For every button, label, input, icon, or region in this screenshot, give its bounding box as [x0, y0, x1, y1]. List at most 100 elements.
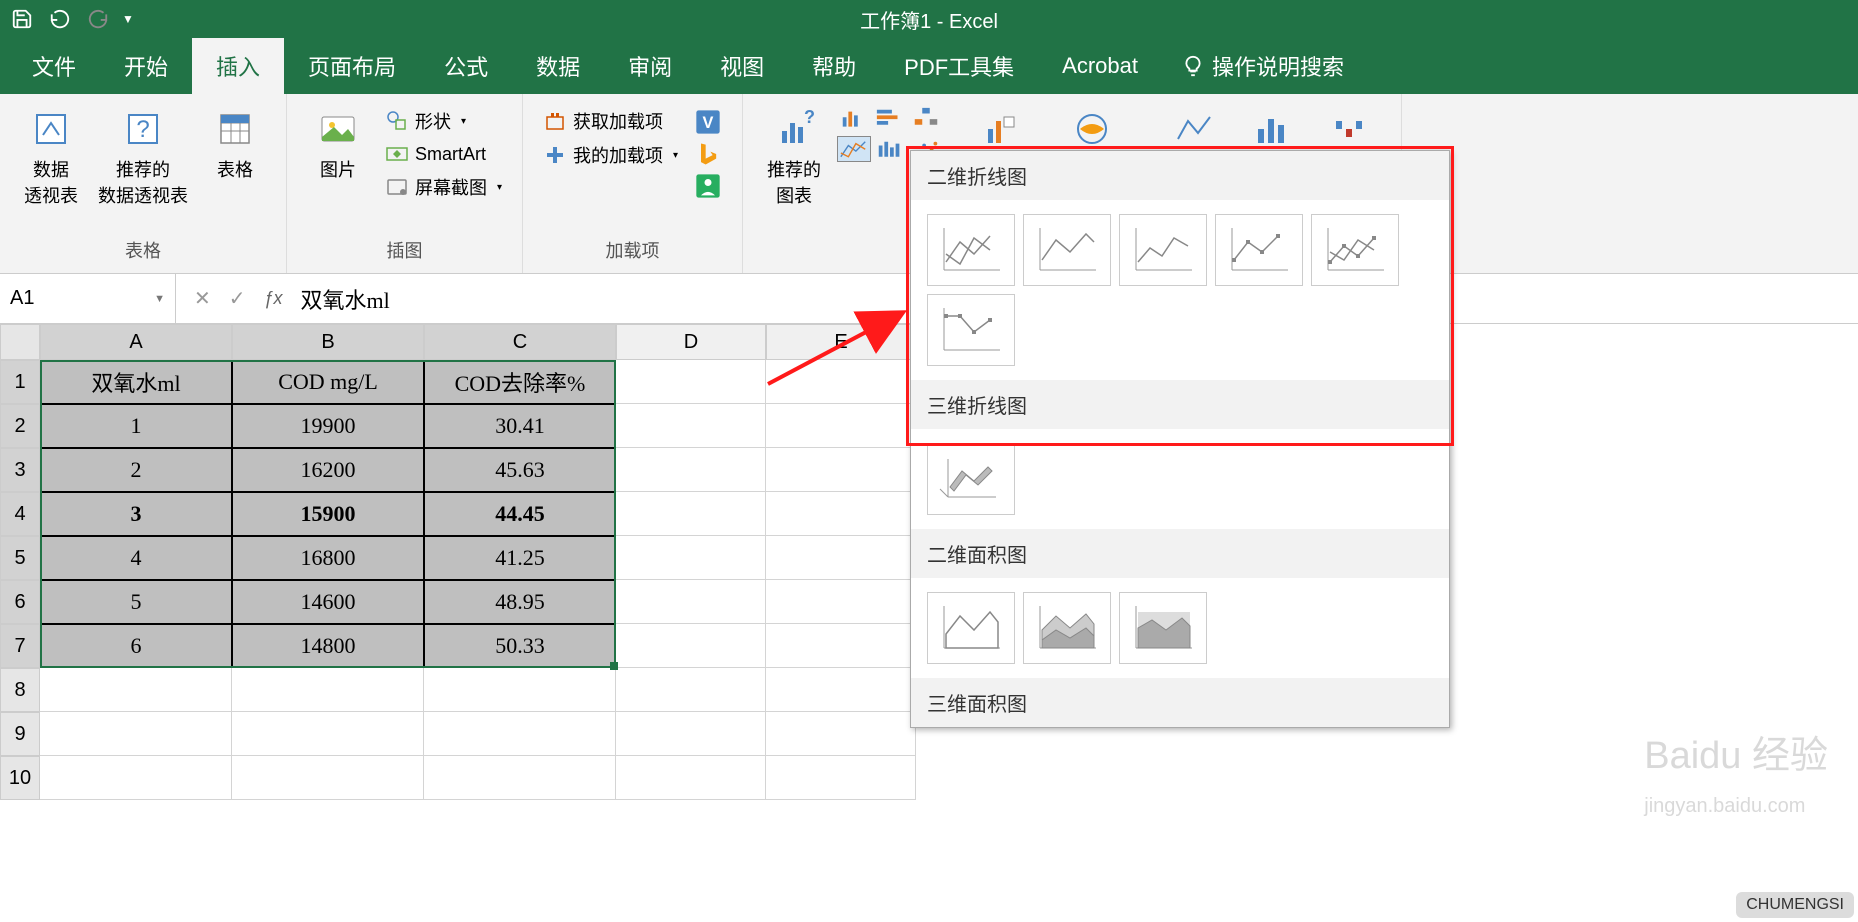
redo-icon[interactable] — [84, 5, 112, 33]
line-chart-mini[interactable] — [837, 136, 871, 162]
line-chart-option-1[interactable] — [927, 214, 1015, 286]
cell[interactable]: 16200 — [232, 448, 424, 492]
line-chart-option-2[interactable] — [1023, 214, 1111, 286]
tab-formulas[interactable]: 公式 — [420, 38, 512, 94]
cell[interactable] — [766, 668, 916, 712]
tab-pdftools[interactable]: PDF工具集 — [880, 38, 1038, 94]
row-header[interactable]: 9 — [0, 712, 40, 756]
tab-acrobat[interactable]: Acrobat — [1038, 38, 1162, 94]
tab-file[interactable]: 文件 — [8, 38, 100, 94]
column-header-c[interactable]: C — [424, 324, 616, 360]
cell[interactable] — [766, 404, 916, 448]
cell[interactable]: 48.95 — [424, 580, 616, 624]
smartart-button[interactable]: SmartArt — [385, 142, 502, 166]
cell[interactable] — [424, 756, 616, 800]
row-header[interactable]: 4 — [0, 492, 40, 536]
cell[interactable] — [616, 404, 766, 448]
save-icon[interactable] — [8, 5, 36, 33]
fx-icon[interactable]: ƒx — [264, 288, 283, 309]
cell[interactable]: 41.25 — [424, 536, 616, 580]
row-header[interactable]: 3 — [0, 448, 40, 492]
cell[interactable] — [766, 624, 916, 668]
cell[interactable] — [766, 756, 916, 800]
bar-chart-mini[interactable] — [873, 104, 907, 130]
cell[interactable]: 2 — [40, 448, 232, 492]
shapes-button[interactable]: 形状▾ — [385, 108, 502, 134]
row-header[interactable]: 10 — [0, 756, 40, 800]
chevron-down-icon[interactable]: ▼ — [154, 293, 165, 305]
cell[interactable]: 4 — [40, 536, 232, 580]
row-header[interactable]: 6 — [0, 580, 40, 624]
cell[interactable] — [766, 492, 916, 536]
column-chart-mini[interactable] — [837, 104, 871, 130]
area-chart-option-3[interactable] — [1119, 592, 1207, 664]
cell[interactable]: 双氧水ml — [40, 360, 232, 404]
area-chart-option-1[interactable] — [927, 592, 1015, 664]
tab-view[interactable]: 视图 — [696, 38, 788, 94]
column-header-d[interactable]: D — [616, 324, 766, 360]
column-header-a[interactable]: A — [40, 324, 232, 360]
row-header[interactable]: 5 — [0, 536, 40, 580]
cell[interactable] — [232, 712, 424, 756]
cell[interactable] — [232, 668, 424, 712]
cell[interactable]: 19900 — [232, 404, 424, 448]
cell[interactable] — [40, 712, 232, 756]
area-chart-option-2[interactable] — [1023, 592, 1111, 664]
cell[interactable] — [766, 712, 916, 756]
recommended-pivot-button[interactable]: ? 推荐的 数据透视表 — [94, 104, 192, 212]
cell[interactable] — [766, 580, 916, 624]
line-chart-option-3[interactable] — [1119, 214, 1207, 286]
select-all-corner[interactable] — [0, 324, 40, 360]
table-button[interactable]: 表格 — [200, 104, 270, 186]
tab-review[interactable]: 审阅 — [604, 38, 696, 94]
cell[interactable] — [616, 536, 766, 580]
cell[interactable]: 14800 — [232, 624, 424, 668]
cell[interactable]: 50.33 — [424, 624, 616, 668]
pivot-table-button[interactable]: 数据 透视表 — [16, 104, 86, 212]
tab-home[interactable]: 开始 — [100, 38, 192, 94]
stat-chart-mini[interactable] — [873, 136, 907, 162]
cell[interactable] — [766, 536, 916, 580]
get-addins-button[interactable]: 获取加载项 — [543, 108, 678, 134]
picture-button[interactable]: 图片 — [303, 104, 373, 186]
screenshot-button[interactable]: 屏幕截图▾ — [385, 174, 502, 200]
row-header[interactable]: 7 — [0, 624, 40, 668]
cell[interactable] — [616, 668, 766, 712]
cell[interactable] — [616, 712, 766, 756]
cell[interactable]: 30.41 — [424, 404, 616, 448]
cell[interactable]: 16800 — [232, 536, 424, 580]
cell[interactable] — [616, 360, 766, 404]
cell[interactable]: 14600 — [232, 580, 424, 624]
undo-icon[interactable] — [46, 5, 74, 33]
row-header[interactable]: 2 — [0, 404, 40, 448]
name-box[interactable]: A1 ▼ — [0, 274, 176, 323]
qat-dropdown-icon[interactable]: ▼ — [122, 12, 134, 26]
cell[interactable]: 1 — [40, 404, 232, 448]
tab-pagelayout[interactable]: 页面布局 — [284, 38, 420, 94]
cell[interactable] — [616, 580, 766, 624]
3d-line-chart-option[interactable] — [927, 443, 1015, 515]
cell[interactable] — [40, 668, 232, 712]
row-header[interactable]: 1 — [0, 360, 40, 404]
enter-icon[interactable]: ✓ — [229, 286, 246, 311]
cell[interactable] — [424, 668, 616, 712]
row-header[interactable]: 8 — [0, 668, 40, 712]
cell[interactable] — [616, 448, 766, 492]
line-chart-option-6[interactable] — [927, 294, 1015, 366]
tab-data[interactable]: 数据 — [512, 38, 604, 94]
cell[interactable] — [616, 492, 766, 536]
cell[interactable]: 45.63 — [424, 448, 616, 492]
hierarchy-chart-mini[interactable] — [909, 104, 943, 130]
cell[interactable] — [40, 756, 232, 800]
people-icon[interactable] — [694, 172, 722, 200]
cell[interactable] — [424, 712, 616, 756]
cell[interactable]: COD mg/L — [232, 360, 424, 404]
tab-help[interactable]: 帮助 — [788, 38, 880, 94]
visio-icon[interactable]: V — [694, 108, 722, 136]
cancel-icon[interactable]: ✕ — [194, 286, 211, 311]
cell[interactable]: 44.45 — [424, 492, 616, 536]
cell[interactable]: 6 — [40, 624, 232, 668]
bing-icon[interactable] — [694, 140, 722, 168]
cell[interactable]: 5 — [40, 580, 232, 624]
cell[interactable] — [766, 448, 916, 492]
